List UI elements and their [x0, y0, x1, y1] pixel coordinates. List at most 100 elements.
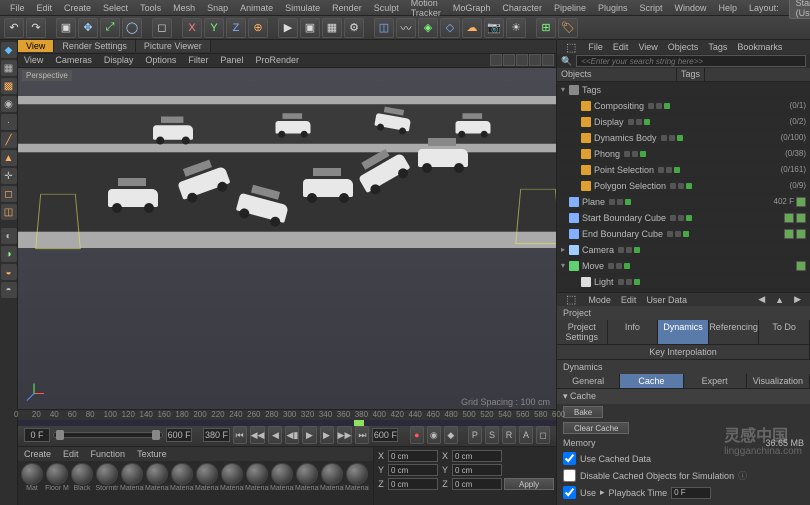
object-row[interactable]: Compositing(0/1) — [557, 98, 810, 114]
mat-menu-create[interactable]: Create — [18, 449, 57, 459]
enable-dot[interactable] — [634, 247, 640, 253]
material-slot[interactable]: Floor M — [45, 463, 69, 503]
vis-render-dot[interactable] — [666, 167, 672, 173]
prev-key-icon[interactable]: ◀◀ — [250, 426, 266, 444]
viewport-solo-icon[interactable]: ◐ — [1, 228, 17, 244]
pos-z-field[interactable]: 0 cm — [388, 478, 438, 490]
current-frame-field[interactable]: 380 F — [203, 428, 229, 442]
menu-script[interactable]: Script — [634, 3, 669, 13]
menu-render[interactable]: Render — [326, 3, 368, 13]
tag-icon[interactable] — [796, 213, 806, 223]
select-icon[interactable]: ▣ — [56, 18, 76, 38]
object-row[interactable]: Plane402 F — [557, 194, 810, 210]
vis-render-dot[interactable] — [616, 263, 622, 269]
edge-mode-icon[interactable]: ╱ — [1, 132, 17, 148]
attr-subtab[interactable]: Expert — [684, 374, 747, 388]
size-z-field[interactable]: 0 cm — [452, 478, 502, 490]
prev-frame-icon[interactable]: ◀ — [268, 426, 282, 444]
object-row[interactable]: Light — [557, 274, 810, 290]
vp-menu-prorender[interactable]: ProRender — [249, 55, 305, 65]
next-frame-icon[interactable]: ▶ — [320, 426, 334, 444]
attr-lock-icon[interactable]: ⬚ — [561, 293, 581, 306]
vis-render-dot[interactable] — [617, 199, 623, 205]
object-row[interactable]: End Boundary Cube — [557, 226, 810, 242]
mograph-icon[interactable]: ⊞ — [536, 18, 556, 38]
object-row[interactable]: Display(0/2) — [557, 114, 810, 130]
vp-nav-3-icon[interactable] — [516, 54, 528, 66]
key-scale-icon[interactable]: S — [485, 426, 499, 444]
vis-render-dot[interactable] — [626, 247, 632, 253]
attr-tab[interactable]: To Do — [759, 320, 810, 344]
material-slot[interactable]: Material — [270, 463, 294, 503]
render-view-icon[interactable]: ▶ — [278, 18, 298, 38]
menu-sculpt[interactable]: Sculpt — [368, 3, 405, 13]
menu-create[interactable]: Create — [58, 3, 97, 13]
object-row[interactable]: ▾Move — [557, 258, 810, 274]
om-menu-file[interactable]: File — [583, 42, 608, 52]
use-cached-checkbox[interactable] — [563, 452, 576, 465]
om-menu-objects[interactable]: Objects — [663, 42, 704, 52]
attr-nav-up-icon[interactable]: ▲ — [770, 295, 789, 305]
material-slot[interactable]: Material — [195, 463, 219, 503]
z-axis-icon[interactable]: Z — [226, 18, 246, 38]
menu-edit[interactable]: Edit — [31, 3, 59, 13]
menu-animate[interactable]: Animate — [234, 3, 279, 13]
range-end-field[interactable]: 600 F — [166, 428, 192, 442]
attr-nav-fwd-icon[interactable]: ▶ — [789, 294, 806, 305]
mat-menu-edit[interactable]: Edit — [57, 449, 85, 459]
material-slot[interactable]: Stormtr — [95, 463, 119, 503]
goto-start-icon[interactable]: ⏮ — [233, 426, 247, 444]
tab-view[interactable]: View — [18, 40, 54, 52]
menu-help[interactable]: Help — [713, 3, 744, 13]
pos-x-field[interactable]: 0 cm — [388, 450, 438, 462]
attr-tab[interactable]: Info — [608, 320, 659, 344]
vp-nav-1-icon[interactable] — [490, 54, 502, 66]
redo-icon[interactable]: ↷ — [26, 18, 46, 38]
model-mode-icon[interactable]: ▦ — [1, 60, 17, 76]
disable-cached-checkbox[interactable] — [563, 469, 576, 482]
attr-menu-userdata[interactable]: User Data — [641, 295, 692, 305]
tag-icon[interactable] — [796, 261, 806, 271]
snap-icon[interactable]: ◻ — [1, 186, 17, 202]
vis-render-dot[interactable] — [626, 279, 632, 285]
key-rot-icon[interactable]: R — [502, 426, 516, 444]
vis-editor-dot[interactable] — [661, 135, 667, 141]
perspective-viewport[interactable]: Perspective Grid Spacing : — [18, 68, 556, 409]
vp-nav-4-icon[interactable] — [529, 54, 541, 66]
vis-editor-dot[interactable] — [658, 167, 664, 173]
tag-icon[interactable] — [784, 213, 794, 223]
object-row[interactable]: ▾Tags — [557, 82, 810, 98]
expand-icon[interactable]: ▸ — [561, 245, 569, 254]
enable-dot[interactable] — [686, 215, 692, 221]
move-icon[interactable]: ✥ — [78, 18, 98, 38]
menu-snap[interactable]: Snap — [201, 3, 234, 13]
menu-simulate[interactable]: Simulate — [279, 3, 326, 13]
y-axis-icon[interactable]: Y — [204, 18, 224, 38]
menu-mesh[interactable]: Mesh — [167, 3, 201, 13]
play-back-icon[interactable]: ◀▮ — [285, 426, 299, 444]
material-slot[interactable]: Material — [295, 463, 319, 503]
object-tree[interactable]: ▾TagsCompositing(0/1)Display(0/2)Dynamic… — [557, 82, 810, 292]
expand-icon[interactable]: ▾ — [561, 261, 569, 270]
menu-pipeline[interactable]: Pipeline — [548, 3, 592, 13]
mat-menu-function[interactable]: Function — [85, 449, 132, 459]
layout-dropdown[interactable]: Startup (User) — [789, 0, 810, 19]
goto-end-icon[interactable]: ⏭ — [355, 426, 369, 444]
menu-mograph[interactable]: MoGraph — [447, 3, 497, 13]
vp-menu-view[interactable]: View — [18, 55, 49, 65]
record-key-icon[interactable]: ● — [410, 426, 424, 444]
om-search-input[interactable] — [576, 55, 806, 67]
menu-tools[interactable]: Tools — [134, 3, 167, 13]
spline-icon[interactable]: 〰 — [396, 18, 416, 38]
vis-render-dot[interactable] — [678, 215, 684, 221]
range-slider[interactable] — [53, 432, 163, 438]
object-row[interactable]: Phong(0/38) — [557, 146, 810, 162]
attr-menu-edit[interactable]: Edit — [616, 295, 642, 305]
point-mode-icon[interactable]: · — [1, 114, 17, 130]
render-settings-icon[interactable]: ⚙ — [344, 18, 364, 38]
vis-render-dot[interactable] — [675, 231, 681, 237]
vis-editor-dot[interactable] — [667, 231, 673, 237]
deformer-icon[interactable]: ◇ — [440, 18, 460, 38]
object-row[interactable]: Start Boundary Cube — [557, 210, 810, 226]
mat-menu-texture[interactable]: Texture — [131, 449, 173, 459]
